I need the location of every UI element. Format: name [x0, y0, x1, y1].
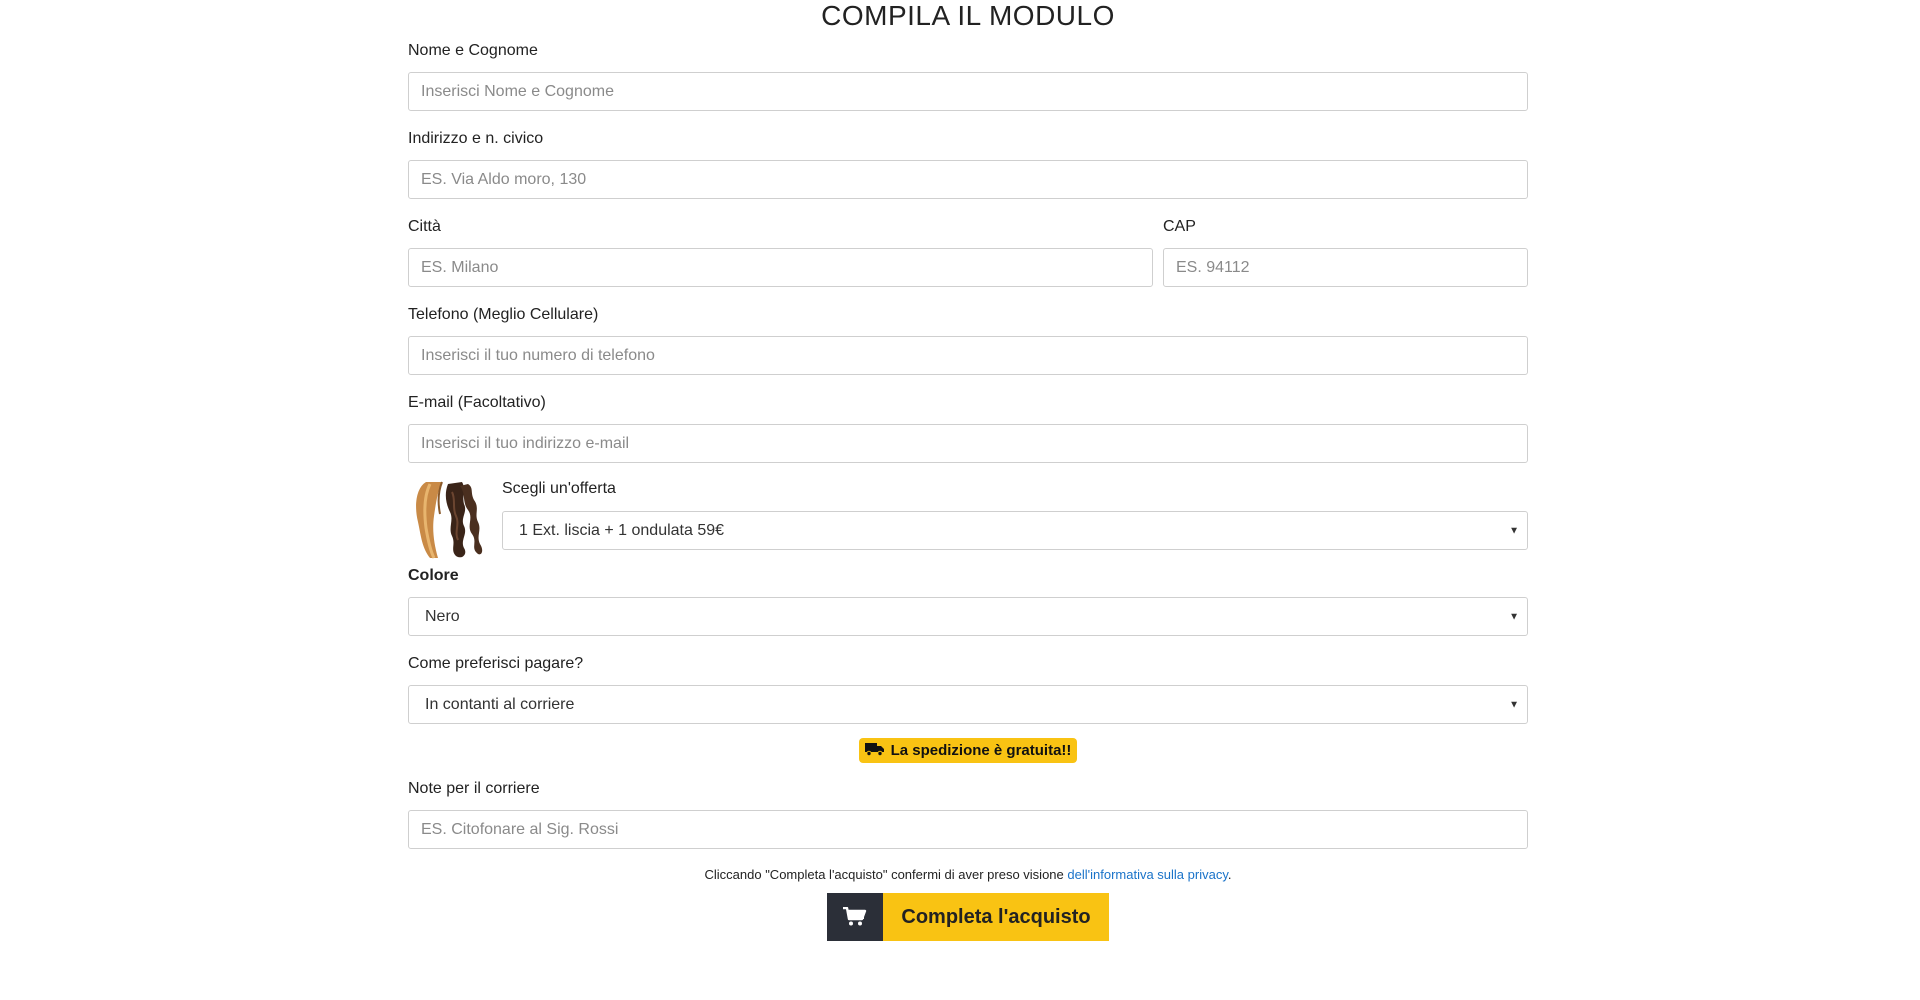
address-input[interactable]	[408, 160, 1528, 199]
payment-select[interactable]: In contanti al corriere ▼	[408, 685, 1528, 724]
phone-group: Telefono (Meglio Cellulare)	[408, 305, 1528, 375]
cap-group: CAP	[1163, 217, 1528, 287]
complete-purchase-button[interactable]: Completa l'acquisto	[827, 893, 1109, 941]
phone-label: Telefono (Meglio Cellulare)	[408, 306, 599, 323]
offer-selected-value: 1 Ext. liscia + 1 ondulata 59€	[519, 521, 725, 539]
caret-down-icon: ▼	[1509, 525, 1519, 536]
city-cap-row: Città CAP	[408, 217, 1528, 287]
name-input[interactable]	[408, 72, 1528, 111]
notes-input[interactable]	[408, 810, 1528, 849]
email-label: E-mail (Facoltativo)	[408, 394, 546, 411]
offer-group: Scegli un'offerta 1 Ext. liscia + 1 ondu…	[408, 478, 1528, 560]
caret-down-icon: ▼	[1509, 611, 1519, 622]
name-label: Nome e Cognome	[408, 42, 538, 59]
color-select[interactable]: Nero ▼	[408, 597, 1528, 636]
privacy-link[interactable]: dell'informativa sulla privacy	[1067, 867, 1227, 882]
caret-down-icon: ▼	[1509, 699, 1519, 710]
offer-fields: Scegli un'offerta 1 Ext. liscia + 1 ondu…	[502, 478, 1528, 550]
email-input[interactable]	[408, 424, 1528, 463]
submit-wrap: Completa l'acquisto	[408, 893, 1528, 941]
color-selected-value: Nero	[425, 607, 460, 625]
address-label: Indirizzo e n. civico	[408, 130, 544, 147]
notes-label: Note per il corriere	[408, 780, 540, 797]
complete-purchase-label: Completa l'acquisto	[883, 893, 1109, 941]
shipping-badge: La spedizione è gratuita!!	[858, 738, 1078, 763]
notes-group: Note per il corriere	[408, 779, 1528, 849]
consent-end: .	[1227, 867, 1232, 882]
payment-selected-value: In contanti al corriere	[425, 695, 575, 713]
offer-label: Scegli un'offerta	[502, 480, 616, 497]
payment-label: Come preferisci pagare?	[408, 655, 584, 672]
privacy-consent: Cliccando "Completa l'acquisto" confermi…	[408, 867, 1528, 882]
address-group: Indirizzo e n. civico	[408, 129, 1528, 199]
cap-label: CAP	[1163, 218, 1196, 235]
name-group: Nome e Cognome	[408, 41, 1528, 111]
cap-input[interactable]	[1163, 248, 1528, 287]
cart-icon	[827, 893, 884, 941]
order-form: COMPILA IL MODULO Nome e Cognome Indiriz…	[408, 0, 1528, 941]
consent-text: Cliccando "Completa l'acquisto" confermi…	[704, 867, 1068, 882]
email-group: E-mail (Facoltativo)	[408, 393, 1528, 463]
shipping-badge-text: La spedizione è gratuita!!	[890, 742, 1072, 759]
form-title: COMPILA IL MODULO	[821, 0, 1115, 31]
city-label: Città	[408, 218, 441, 235]
color-group: Colore Nero ▼	[408, 566, 1528, 636]
city-group: Città	[408, 217, 1153, 287]
city-input[interactable]	[408, 248, 1153, 287]
phone-input[interactable]	[408, 336, 1528, 375]
color-label: Colore	[408, 567, 459, 584]
truck-icon	[864, 742, 885, 760]
payment-group: Come preferisci pagare? In contanti al c…	[408, 654, 1528, 724]
offer-select[interactable]: 1 Ext. liscia + 1 ondulata 59€ ▼	[502, 511, 1528, 550]
hair-extension-image	[408, 478, 488, 560]
shipping-badge-wrap: La spedizione è gratuita!!	[408, 738, 1528, 763]
